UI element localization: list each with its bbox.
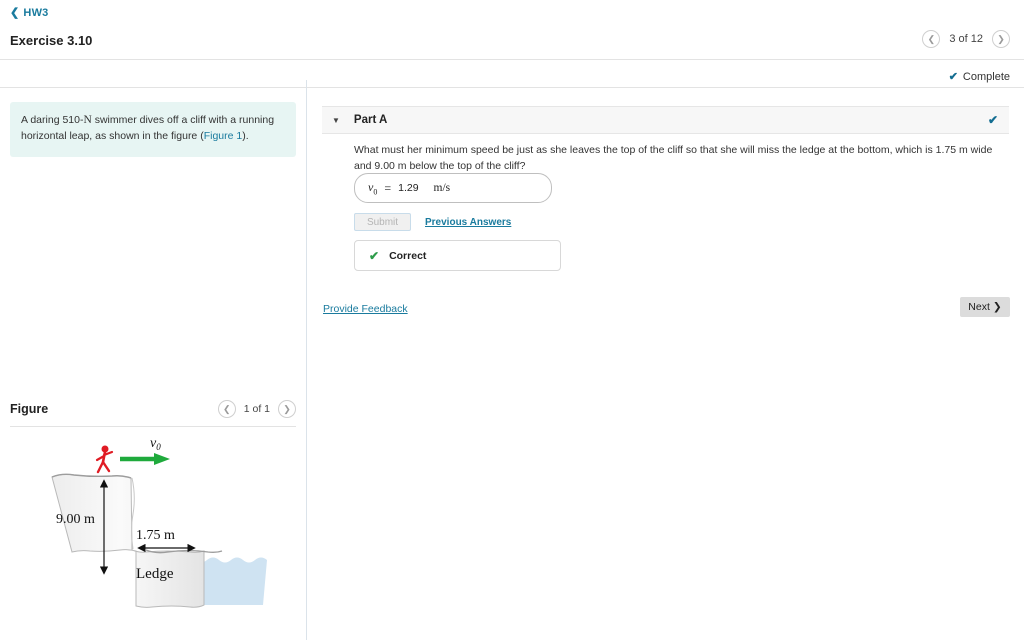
pager-position: 3 of 12 <box>949 33 983 45</box>
figure-pager-position: 1 of 1 <box>243 403 270 415</box>
answer-equals: = <box>384 180 392 195</box>
part-a-header[interactable]: ▼ Part A ✔ <box>322 106 1009 134</box>
next-button[interactable]: Next ❯ <box>960 297 1010 317</box>
runner-figure-icon <box>95 445 114 474</box>
problem-text-c: ). <box>242 130 249 143</box>
chevron-left-icon: ❮ <box>927 33 936 44</box>
problem-statement: A daring 510-N swimmer dives off a cliff… <box>10 102 296 157</box>
figure-next-button[interactable]: ❯ <box>278 400 296 418</box>
chevron-left-icon: ❮ <box>10 6 20 19</box>
width-label: 1.75 m <box>136 528 175 543</box>
next-button-label: Next <box>968 301 990 313</box>
chevron-right-icon: ❯ <box>283 403 291 414</box>
provide-feedback-link[interactable]: Provide Feedback <box>323 303 408 315</box>
answer-symbol: v0 <box>368 179 378 197</box>
figure-divider <box>10 426 296 427</box>
pager-prev-button[interactable]: ❮ <box>922 30 941 48</box>
answer-unit: m/s <box>433 182 451 194</box>
page-title: Exercise 3.10 <box>10 33 93 48</box>
check-icon: ✔ <box>948 71 958 83</box>
pager-next-button[interactable]: ❯ <box>992 30 1010 48</box>
ledge-label: Ledge <box>136 566 174 582</box>
result-label: Correct <box>389 249 427 262</box>
problem-unit-newton: N <box>83 114 92 126</box>
chevron-left-icon: ❮ <box>222 403 231 414</box>
status-label: Complete <box>962 70 1010 83</box>
chevron-down-icon[interactable]: ▼ <box>332 116 340 125</box>
right-panel: ▼ Part A ✔ What must her minimum speed b… <box>307 88 1024 640</box>
figure-pager: ❮ 1 of 1 ❯ <box>217 400 296 418</box>
exercise-pager: ❮ 3 of 12 ❯ <box>922 30 1010 48</box>
result-banner: ✔ Correct <box>354 240 561 271</box>
figure-header: Figure ❮ 1 of 1 ❯ <box>10 400 296 418</box>
figure-diagram[interactable]: v0 9.00 m 1.75 m Ledge <box>8 433 298 633</box>
previous-answers-link[interactable]: Previous Answers <box>425 217 511 228</box>
height-label: 9.00 m <box>56 512 95 527</box>
figure-prev-button[interactable]: ❮ <box>217 400 236 418</box>
figure-title: Figure <box>10 402 49 416</box>
check-icon: ✔ <box>369 248 380 263</box>
problem-text-a: A daring 510- <box>21 114 84 126</box>
part-a-question: What must her minimum speed be just as s… <box>354 144 993 173</box>
left-panel: A daring 510-N swimmer dives off a cliff… <box>0 88 306 640</box>
chevron-right-icon: ❯ <box>997 33 1005 44</box>
velocity-arrow <box>120 453 170 465</box>
check-icon: ✔ <box>987 113 998 127</box>
chevron-right-icon: ❯ <box>992 301 1002 313</box>
status-badge: ✔ Complete <box>948 70 1010 84</box>
velocity-label: v0 <box>150 436 161 452</box>
exercise-page: ❮ HW3 Exercise 3.10 ❮ 3 of 12 ❯ ✔ Comple… <box>0 0 1024 640</box>
answer-actions: Submit Previous Answers <box>354 213 511 231</box>
answer-value[interactable]: 1.29 <box>398 182 418 194</box>
divider-top <box>0 59 1024 60</box>
figure-link[interactable]: Figure 1 <box>204 130 243 142</box>
answer-input[interactable]: v0 = 1.29 m/s <box>354 173 552 203</box>
breadcrumb-label: HW3 <box>23 7 49 19</box>
breadcrumb[interactable]: ❮ HW3 <box>10 7 48 19</box>
cliff-diagram-svg: v0 9.00 m 1.75 m Ledge <box>51 436 267 608</box>
submit-button[interactable]: Submit <box>354 213 411 231</box>
part-a-label: Part A <box>353 114 388 126</box>
